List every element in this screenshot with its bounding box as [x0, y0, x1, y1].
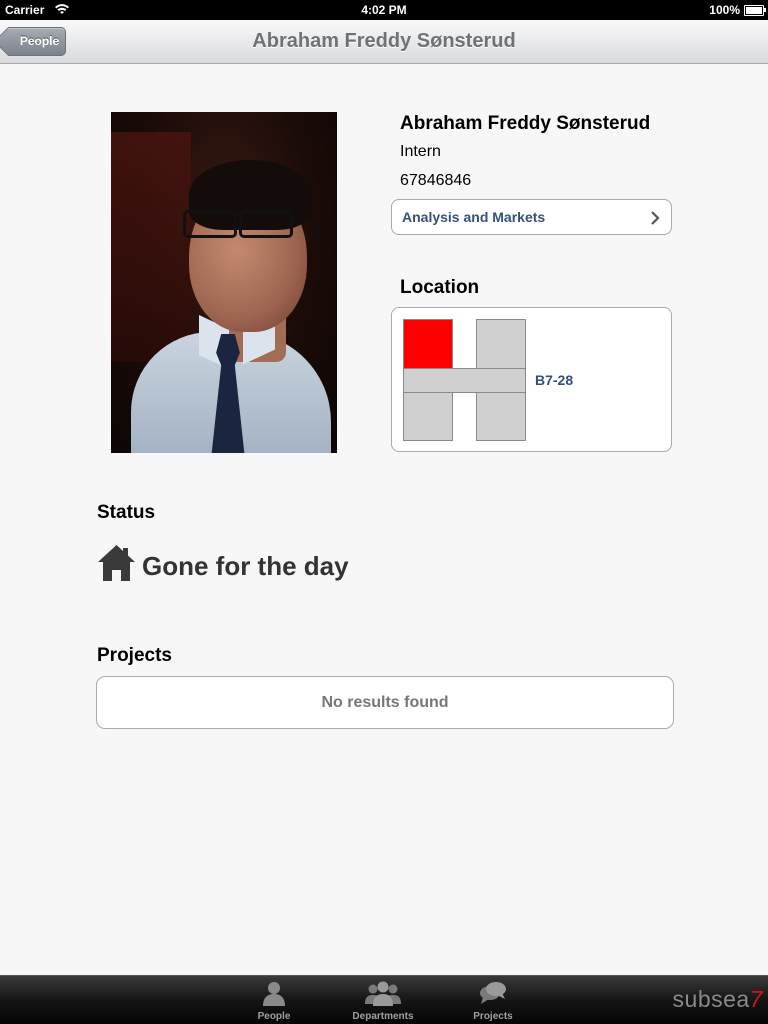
projects-empty-state: No results found — [96, 676, 674, 729]
department-label: Analysis and Markets — [402, 209, 546, 225]
room — [476, 392, 526, 441]
tab-bar: People Departments Projects subsea7 — [0, 975, 768, 1024]
tab-label: Projects — [473, 1011, 513, 1022]
person-phone[interactable]: 67846846 — [400, 172, 471, 190]
page-title: Abraham Freddy Sønsterud — [252, 30, 516, 52]
room-highlighted — [403, 319, 453, 369]
chevron-right-icon — [651, 211, 660, 225]
status-bar: Carrier 4:02 PM 100% — [0, 0, 768, 20]
room — [403, 392, 453, 441]
tab-projects[interactable]: Projects — [448, 976, 538, 1024]
status-text: Gone for the day — [142, 551, 349, 581]
tab-people[interactable]: People — [229, 976, 319, 1024]
location-map[interactable]: B7-28 — [391, 307, 672, 452]
back-button-people[interactable]: People — [8, 27, 66, 56]
tab-label: Departments — [352, 1011, 414, 1022]
battery-percentage: 100% — [709, 3, 740, 17]
profile-photo — [111, 112, 337, 453]
person-name: Abraham Freddy Sønsterud — [400, 113, 651, 134]
tab-departments[interactable]: Departments — [338, 976, 428, 1024]
projects-heading: Projects — [97, 645, 172, 666]
battery-icon — [744, 5, 766, 16]
navigation-bar: Abraham Freddy Sønsterud People — [0, 20, 768, 64]
status-heading: Status — [97, 502, 156, 523]
person-title: Intern — [400, 143, 441, 160]
room — [476, 319, 526, 369]
clock: 4:02 PM — [361, 3, 407, 17]
location-heading: Location — [400, 277, 480, 298]
house-icon — [98, 545, 135, 581]
brand-logo: subsea7 — [672, 986, 763, 1012]
speech-bubbles-icon — [480, 982, 506, 1004]
group-icon — [365, 981, 401, 1006]
department-button[interactable]: Analysis and Markets — [391, 199, 672, 235]
corridor — [403, 368, 526, 393]
tab-label: People — [257, 1011, 291, 1022]
room-code: B7-28 — [535, 372, 574, 388]
person-icon — [263, 982, 285, 1006]
